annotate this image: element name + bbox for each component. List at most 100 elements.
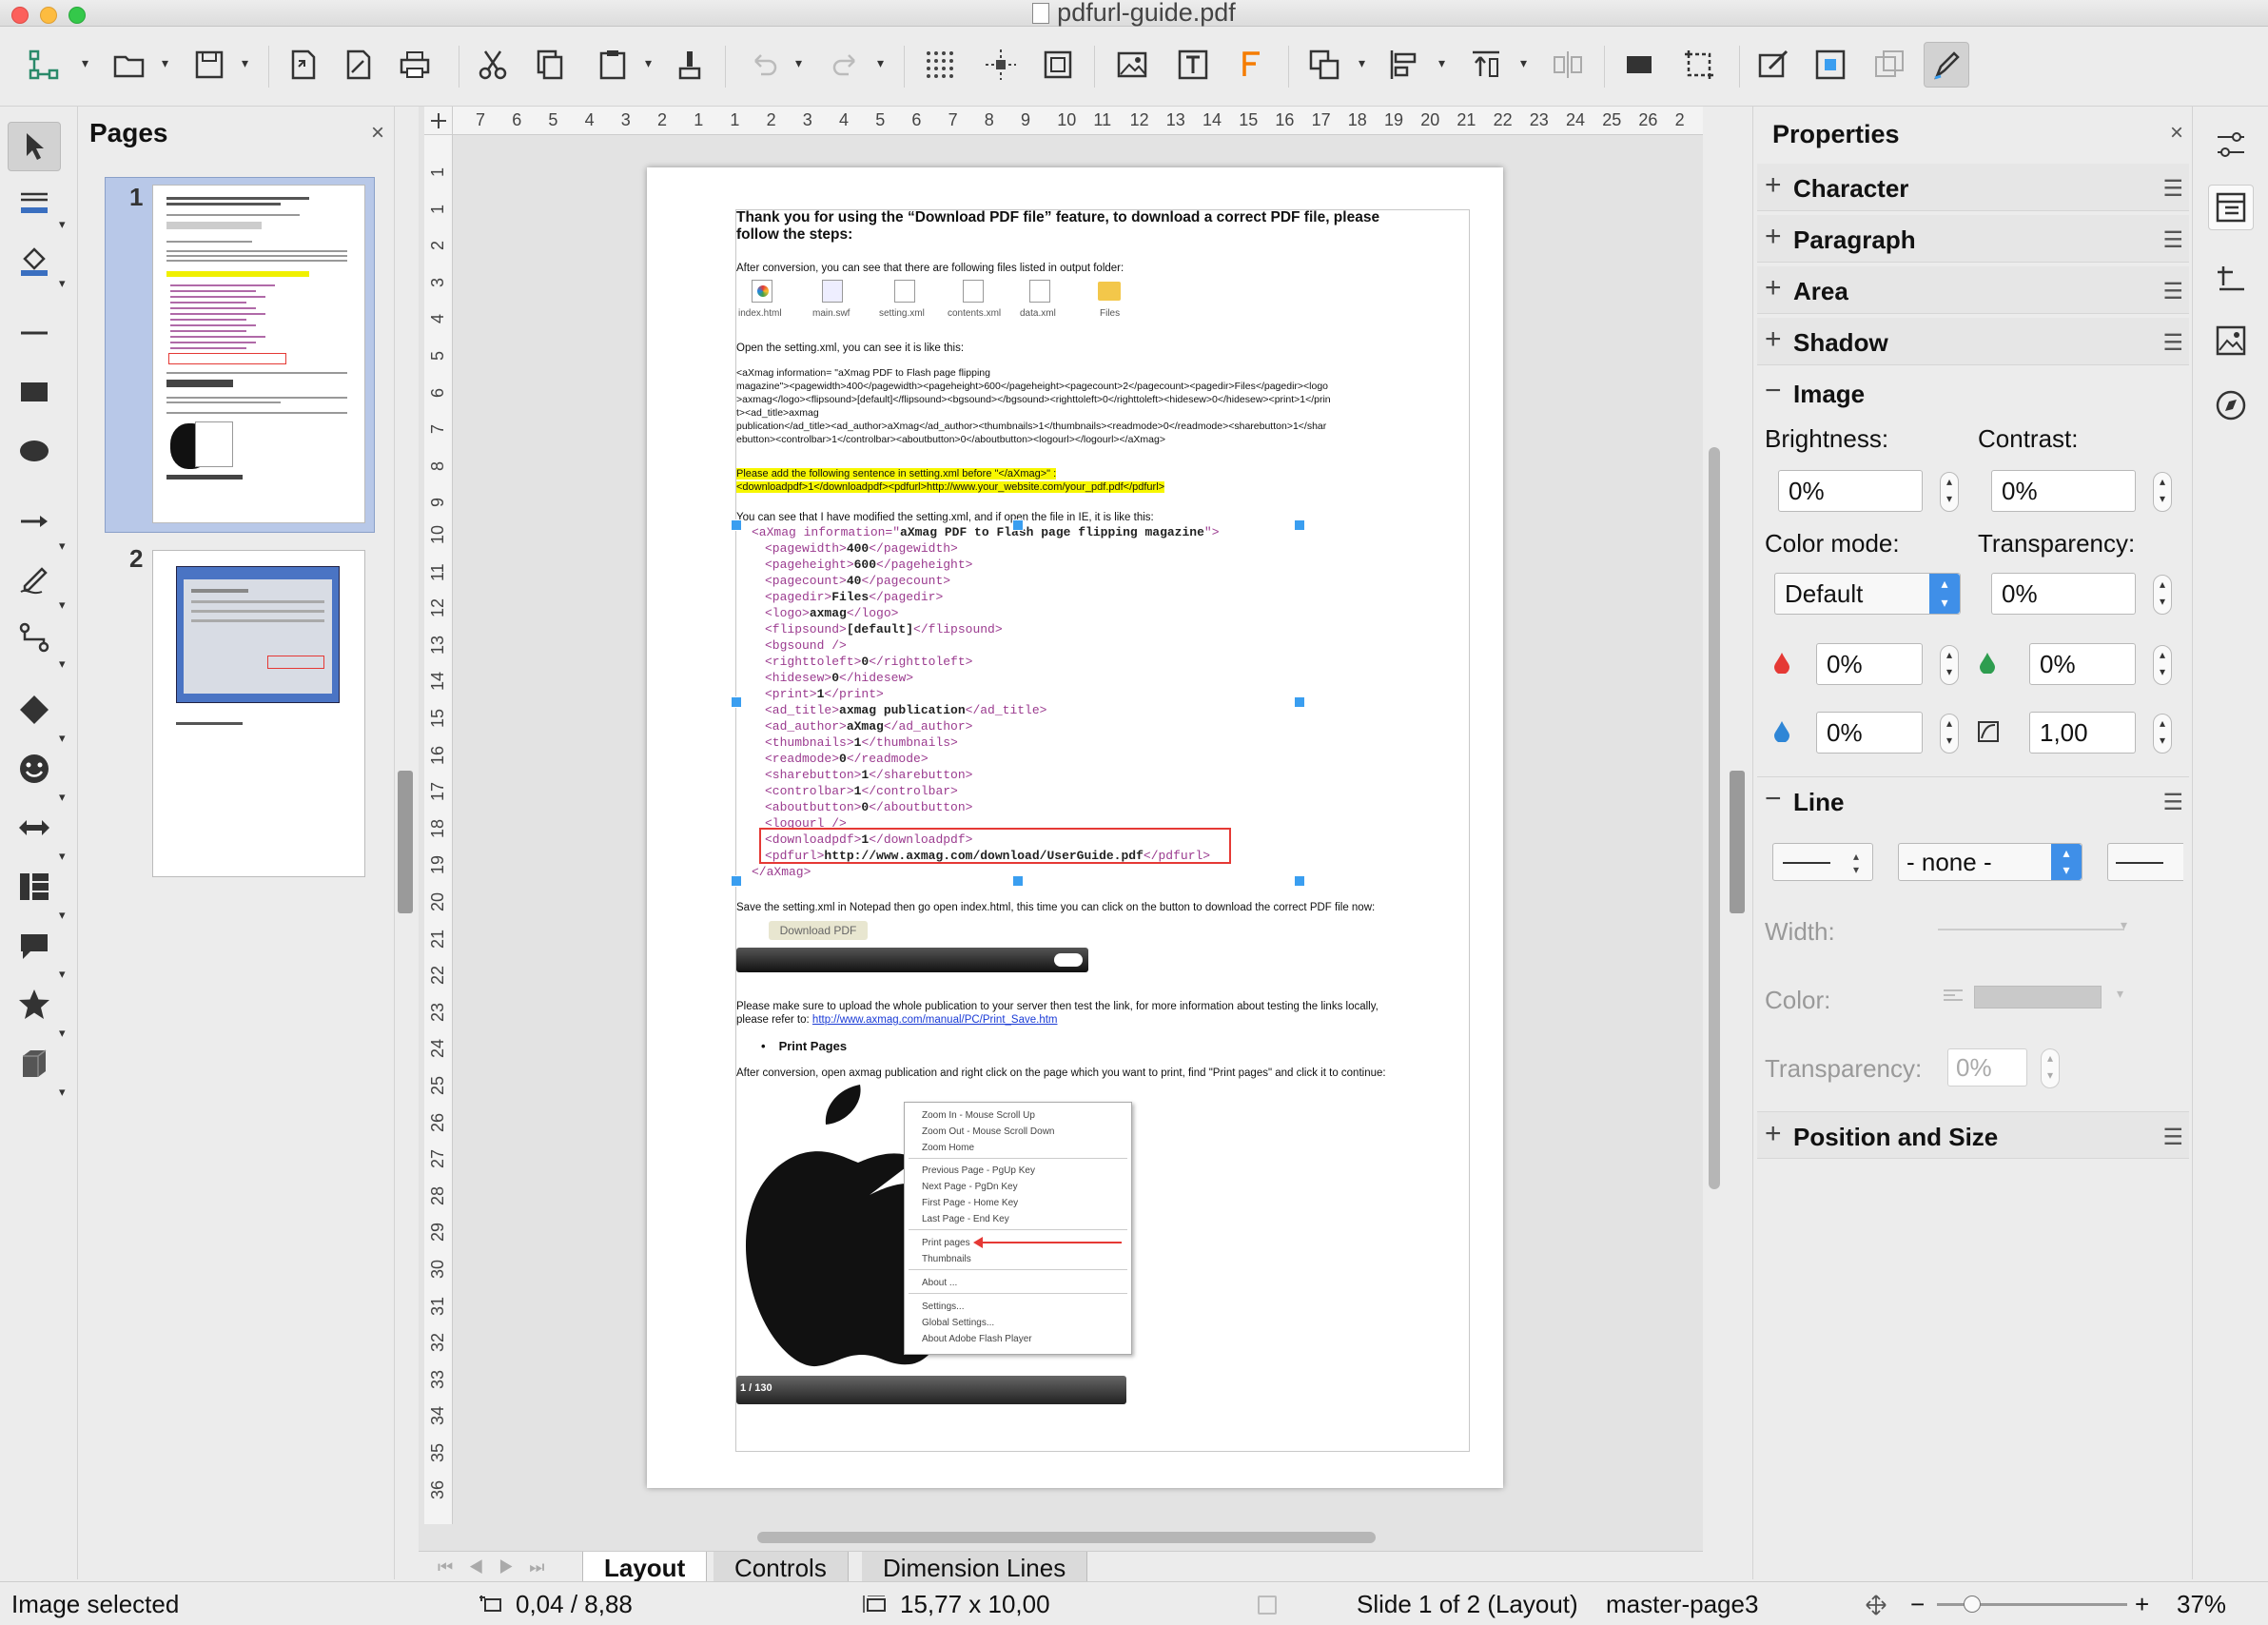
close-icon[interactable]: × <box>371 120 384 147</box>
tab-dimension-lines[interactable]: Dimension Lines <box>862 1552 1088 1584</box>
export-pdf-button[interactable] <box>335 42 381 88</box>
paste-button[interactable] <box>590 42 635 88</box>
menu-icon[interactable]: ☰ <box>2162 329 2183 357</box>
vertical-ruler[interactable]: 1 1 2 3 4 5 6 7 8 9 10 11 12 13 14 15 16 17 18 19 20 21 22 23 24… <box>424 135 453 1524</box>
distribute-button[interactable] <box>1545 42 1591 88</box>
basic-shapes-tool[interactable] <box>8 685 61 734</box>
chevron-down-icon[interactable]: ▾ <box>1520 56 1532 69</box>
horizontal-ruler[interactable]: 7 6 5 4 3 2 1 1 2 3 4 5 6 7 8 9 10 11 12 13 14 15 16 17 18 19 20 21… <box>424 107 1703 135</box>
gamma-input[interactable]: 1,00 <box>2029 712 2136 754</box>
tab-navigation-arrows[interactable]: ⏮◀▶⏭ <box>438 1557 560 1577</box>
line-color-tool[interactable] <box>8 179 61 228</box>
arrow-style-select[interactable]: - none - ▴ ▾ <box>1898 843 2082 881</box>
chevron-down-icon[interactable]: ▾ <box>59 597 66 613</box>
select-mode-button[interactable] <box>21 42 67 88</box>
character-section[interactable]: + Character ☰ <box>1757 164 2189 211</box>
shadow-section[interactable]: + Shadow ☰ <box>1757 318 2189 365</box>
green-spinner[interactable]: ▴ ▾ <box>2153 645 2172 685</box>
fill-color-tool[interactable] <box>8 236 61 285</box>
manual-link[interactable]: http://www.axmag.com/manual/PC/Print_Sav… <box>812 1014 1058 1026</box>
3d-objects-tool[interactable] <box>8 1039 61 1088</box>
position-size-section[interactable]: + Position and Size ☰ <box>1757 1111 2189 1159</box>
gamma-spinner[interactable]: ▴ ▾ <box>2153 714 2172 754</box>
slide-transition-tab[interactable] <box>2208 255 2254 301</box>
selection-handle[interactable] <box>731 519 742 531</box>
image-section[interactable]: − Image <box>1757 369 2189 417</box>
chevron-down-icon[interactable]: ▾ <box>82 56 93 69</box>
chevron-down-icon[interactable]: ▾ <box>162 56 173 69</box>
rectangle-tool[interactable] <box>8 367 61 417</box>
line-style-select[interactable]: ▴ ▾ <box>1772 843 1873 881</box>
fontwork-button[interactable] <box>1229 42 1275 88</box>
shadow-button[interactable] <box>1617 42 1663 88</box>
contrast-spinner[interactable]: ▴ ▾ <box>2153 472 2172 512</box>
properties-tab[interactable] <box>2208 185 2254 230</box>
undo-button[interactable] <box>740 42 786 88</box>
ellipse-tool[interactable] <box>8 426 61 476</box>
chevron-down-icon[interactable]: ▾ <box>645 56 656 69</box>
red-input[interactable]: 0% <box>1816 643 1923 685</box>
red-spinner[interactable]: ▴ ▾ <box>1940 645 1959 685</box>
contrast-input[interactable]: 0% <box>1991 470 2136 512</box>
zoom-slider-thumb[interactable] <box>1964 1596 1981 1613</box>
blue-input[interactable]: 0% <box>1816 712 1923 754</box>
chevron-down-icon[interactable]: ▾ <box>877 56 889 69</box>
color-button[interactable] <box>1808 42 1853 88</box>
menu-icon[interactable]: ☰ <box>2162 226 2183 254</box>
selection-handle[interactable] <box>1294 875 1305 887</box>
page-thumbnail-2[interactable] <box>152 550 365 877</box>
selection-handle[interactable] <box>731 696 742 708</box>
transparency-input[interactable]: 0% <box>1991 573 2136 615</box>
paragraph-section[interactable]: + Paragraph ☰ <box>1757 215 2189 263</box>
zoom-in-button[interactable]: + <box>2135 1590 2149 1619</box>
flowchart-tool[interactable] <box>8 862 61 911</box>
chevron-down-icon[interactable]: ▾ <box>59 656 66 672</box>
vertical-scrollbar[interactable] <box>1709 447 1720 1189</box>
brightness-spinner[interactable]: ▴ ▾ <box>1940 472 1959 512</box>
horizontal-scrollbar[interactable] <box>757 1532 1376 1543</box>
selection-handle[interactable] <box>1012 519 1024 531</box>
chevron-down-icon[interactable]: ▾ <box>59 276 66 291</box>
selection-handle[interactable] <box>1012 875 1024 887</box>
chevron-down-icon[interactable]: ▾ <box>59 1085 66 1100</box>
chevron-down-icon[interactable]: ▾ <box>795 56 807 69</box>
chevron-down-icon[interactable]: ▾ <box>242 56 253 69</box>
transparency-spinner[interactable]: ▴ ▾ <box>2153 575 2172 615</box>
copy-button[interactable] <box>527 42 573 88</box>
area-section[interactable]: + Area ☰ <box>1757 266 2189 314</box>
tab-controls[interactable]: Controls <box>714 1552 849 1584</box>
close-icon[interactable]: × <box>2170 120 2183 147</box>
navigator-tab[interactable] <box>2208 382 2254 428</box>
export-button[interactable] <box>280 42 325 88</box>
helplines-button[interactable] <box>978 42 1024 88</box>
zoom-level[interactable]: 37% <box>2177 1590 2226 1619</box>
selection-handle[interactable] <box>731 875 742 887</box>
sidebar-settings-button[interactable] <box>2208 122 2254 167</box>
chevron-down-icon[interactable]: ▾ <box>59 217 66 232</box>
select-tool[interactable] <box>8 122 61 171</box>
filter-button[interactable] <box>1750 42 1796 88</box>
tab-layout[interactable]: Layout <box>582 1552 708 1584</box>
green-input[interactable]: 0% <box>2029 643 2136 685</box>
selected-image-xml-tree[interactable]: <aXmag information="aXmag PDF to Flash p… <box>736 525 1303 881</box>
clone-formatting-button[interactable] <box>666 42 712 88</box>
block-arrows-tool[interactable] <box>8 803 61 852</box>
insert-textbox-button[interactable] <box>1170 42 1216 88</box>
color-mode-select[interactable]: Default ▴ ▾ <box>1774 573 1961 615</box>
brightness-input[interactable]: 0% <box>1778 470 1923 512</box>
zoom-pan-button[interactable] <box>1035 42 1081 88</box>
transparency-button[interactable] <box>1867 42 1912 88</box>
line-section[interactable]: − Line ☰ <box>1757 776 2189 824</box>
selection-handle[interactable] <box>1294 696 1305 708</box>
line-end-select[interactable] <box>2107 843 2183 881</box>
menu-icon[interactable]: ☰ <box>2162 1124 2183 1151</box>
arrow-tool[interactable] <box>8 497 61 546</box>
gallery-tab[interactable] <box>2208 318 2254 363</box>
symbol-shapes-tool[interactable] <box>8 744 61 793</box>
insert-image-button[interactable] <box>1109 42 1155 88</box>
print-button[interactable] <box>392 42 438 88</box>
pages-panel-splitter[interactable] <box>398 771 413 913</box>
save-button[interactable] <box>186 42 232 88</box>
slide-page[interactable]: Thank you for using the “Download PDF fi… <box>647 167 1503 1488</box>
menu-icon[interactable]: ☰ <box>2162 278 2183 305</box>
